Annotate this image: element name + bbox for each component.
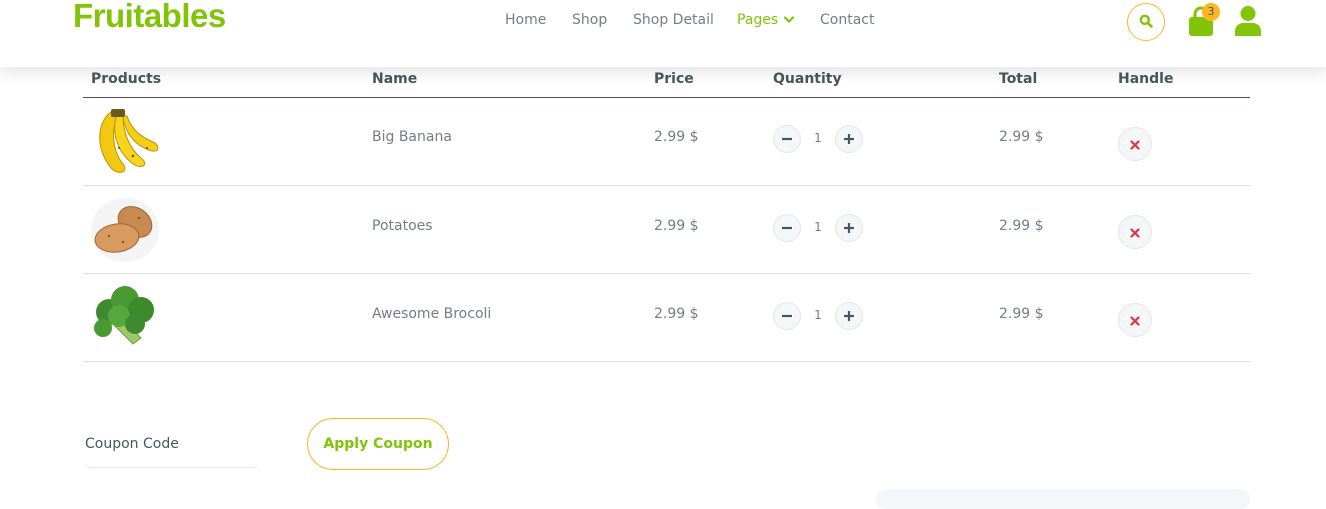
cart-count-badge: 3 (1202, 3, 1220, 21)
cart-totals-card (876, 489, 1250, 509)
product-total: 2.99 $ (999, 218, 1044, 234)
brand-logo[interactable]: Fruitables (73, 0, 226, 35)
remove-item-button[interactable] (1118, 215, 1152, 249)
table-header: Products Name Price Quantity Total Handl… (83, 64, 1250, 98)
potatoes-image (89, 196, 161, 264)
apply-coupon-button[interactable]: Apply Coupon (307, 418, 449, 470)
increase-quantity-button[interactable] (835, 125, 863, 153)
product-name: Big Banana (372, 129, 452, 145)
decrease-quantity-button[interactable] (773, 302, 801, 330)
product-price: 2.99 $ (654, 218, 699, 234)
header-quantity: Quantity (773, 71, 842, 87)
search-button[interactable] (1127, 3, 1165, 41)
product-name: Awesome Brocoli (372, 306, 492, 322)
cart-table: Products Name Price Quantity Total Handl… (83, 64, 1250, 362)
decrease-quantity-button[interactable] (773, 125, 801, 153)
header-products: Products (91, 71, 162, 87)
navbar: Fruitables Home Shop Shop Detail Pages C… (0, 0, 1326, 67)
product-price: 2.99 $ (654, 306, 699, 322)
header-total: Total (999, 71, 1038, 87)
account-button[interactable] (1234, 5, 1262, 37)
nav-shop-detail[interactable]: Shop Detail (633, 12, 714, 28)
coupon-code-input[interactable] (83, 420, 259, 468)
minus-icon (781, 219, 793, 238)
close-icon (1130, 135, 1140, 154)
quantity-stepper: 1 (773, 214, 883, 244)
quantity-value[interactable]: 1 (803, 308, 833, 322)
plus-icon (843, 307, 855, 326)
quantity-stepper: 1 (773, 302, 883, 332)
minus-icon (781, 307, 793, 326)
table-row: Big Banana 2.99 $ 1 2.99 $ (83, 98, 1250, 186)
nav-pages-dropdown[interactable]: Pages (737, 12, 795, 28)
search-icon (1139, 13, 1153, 32)
quantity-value[interactable]: 1 (803, 131, 833, 145)
product-price: 2.99 $ (654, 129, 699, 145)
product-total: 2.99 $ (999, 306, 1044, 322)
increase-quantity-button[interactable] (835, 302, 863, 330)
banana-image (89, 108, 161, 176)
chevron-down-icon (784, 12, 795, 28)
plus-icon (843, 130, 855, 149)
remove-item-button[interactable] (1118, 127, 1152, 161)
header-price: Price (654, 71, 694, 87)
decrease-quantity-button[interactable] (773, 214, 801, 242)
user-icon (1234, 6, 1262, 41)
remove-item-button[interactable] (1118, 303, 1152, 337)
header-handle: Handle (1118, 71, 1174, 87)
plus-icon (843, 219, 855, 238)
quantity-stepper: 1 (773, 125, 883, 155)
quantity-value[interactable]: 1 (803, 220, 833, 234)
nav-contact[interactable]: Contact (820, 12, 874, 28)
shopping-bag-icon (1186, 6, 1216, 42)
table-row: Awesome Brocoli 2.99 $ 1 2.99 $ (83, 274, 1250, 362)
nav-pages-label: Pages (737, 12, 779, 28)
table-row: Potatoes 2.99 $ 1 2.99 $ (83, 186, 1250, 274)
minus-icon (781, 130, 793, 149)
nav-home[interactable]: Home (505, 12, 546, 28)
product-total: 2.99 $ (999, 129, 1044, 145)
header-name: Name (372, 71, 418, 87)
nav-shop[interactable]: Shop (572, 12, 607, 28)
product-name: Potatoes (372, 218, 433, 234)
broccoli-image (89, 284, 161, 352)
close-icon (1130, 311, 1140, 330)
close-icon (1130, 223, 1140, 242)
increase-quantity-button[interactable] (835, 214, 863, 242)
